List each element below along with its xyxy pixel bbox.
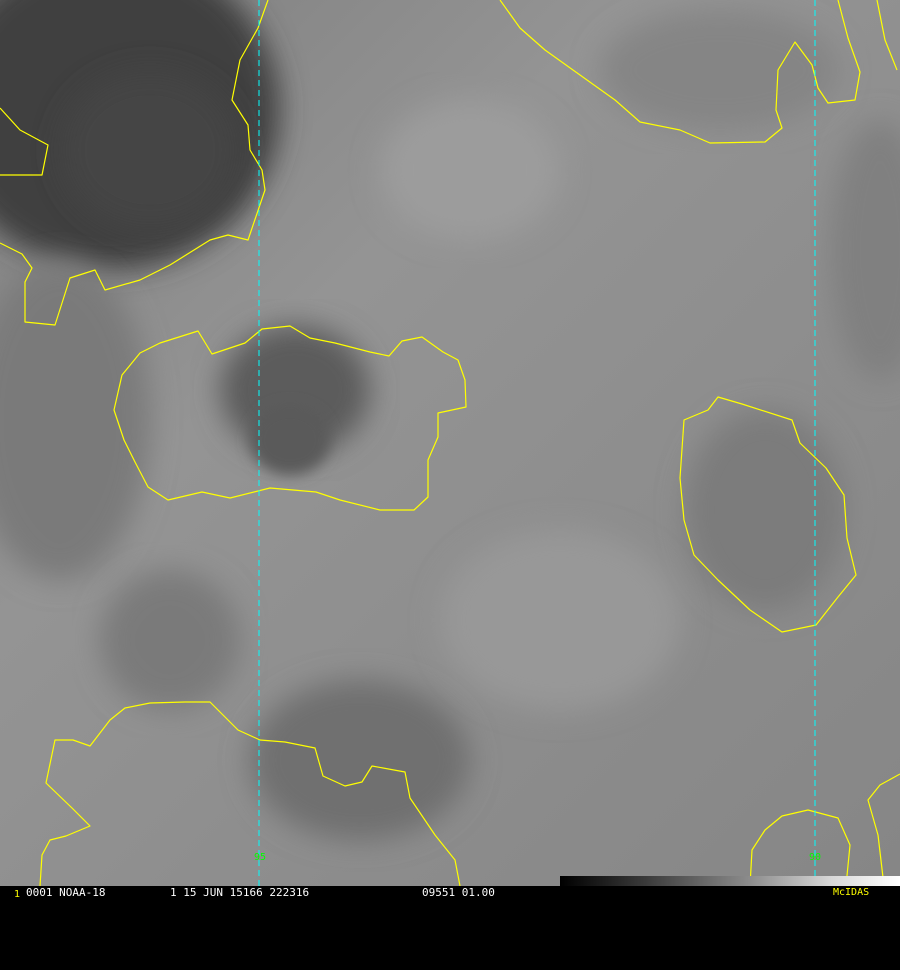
cloud-center-core	[250, 405, 330, 475]
color-ramp-bar	[560, 876, 900, 886]
cloud-mass-northwest-core	[60, 70, 240, 230]
cloud-southwest	[100, 570, 240, 710]
meridian-label-90: 90	[809, 852, 821, 863]
frame-date-text: 1 15 JUN 15166 222316	[170, 886, 310, 899]
bright-patch-south	[440, 530, 680, 710]
satellite-image-viewport[interactable]: 95 90	[0, 0, 900, 900]
status-bar: 1 0001 NOAA-18 1 15 JUN 15166 222316 095…	[0, 886, 900, 900]
bright-patch-center	[380, 100, 560, 240]
frame-satellite-text: 0001 NOAA-18	[26, 886, 106, 899]
cloud-east-island	[685, 410, 845, 610]
meridian-label-95: 95	[254, 852, 266, 863]
frame-band-text: 09551 01.00	[422, 886, 495, 899]
satellite-image: 95 90	[0, 0, 900, 886]
mcidas-brand: McIDAS	[833, 887, 870, 898]
cloud-south-center	[250, 680, 470, 840]
cloud-north-east	[600, 10, 840, 130]
